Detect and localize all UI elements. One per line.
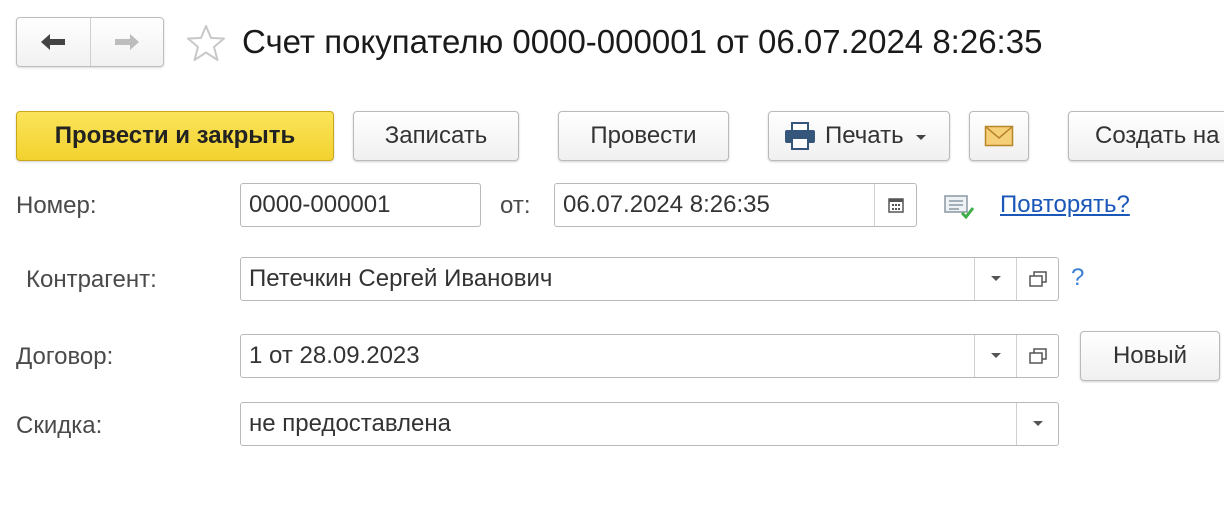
caret-down-icon [990,353,1001,358]
page-title: Счет покупателю 0000-000001 от 06.07.202… [242,23,1043,60]
calendar-icon [887,198,904,213]
caret-down-icon [915,135,926,140]
arrow-left-icon [41,34,66,50]
post-button[interactable]: Провести [558,111,729,161]
repeat-link[interactable]: Повторять? [1000,191,1130,219]
envelope-icon [984,125,1014,147]
counterparty-dropdown-button[interactable] [974,258,1016,300]
discount-dropdown-button[interactable] [1016,403,1058,445]
post-and-close-button[interactable]: Провести и закрыть [16,111,334,161]
counterparty-value: Петечкин Сергей Иванович [249,265,553,292]
calendar-button[interactable] [874,184,916,226]
printer-icon [785,122,815,150]
arrow-right-icon [114,34,139,50]
discount-value: не предоставлена [249,410,452,437]
contract-open-button[interactable] [1016,335,1058,377]
counterparty-field[interactable]: Петечкин Сергей Иванович [240,257,1059,301]
help-icon[interactable]: ? [1071,264,1084,292]
date-value: 06.07.2024 8:26:35 [563,191,770,218]
contract-value: 1 от 28.09.2023 [249,342,420,369]
back-button[interactable] [17,18,90,66]
counterparty-label: Контрагент: [26,266,157,293]
email-button[interactable] [969,111,1029,161]
contract-field[interactable]: 1 от 28.09.2023 [240,334,1059,378]
open-window-icon [1028,271,1047,287]
new-contract-button[interactable]: Новый [1080,331,1220,381]
open-window-icon [1028,348,1047,364]
document-check-icon [943,193,975,221]
star-icon [187,25,225,61]
number-field[interactable]: 0000-000001 [240,183,481,227]
navigation-buttons [16,17,164,67]
date-field[interactable]: 06.07.2024 8:26:35 [554,183,917,227]
discount-field[interactable]: не предоставлена [240,402,1059,446]
discount-label: Скидка: [16,412,103,439]
number-label: Номер: [16,192,97,219]
print-button-label: Печать [825,122,904,149]
contract-label: Договор: [16,343,114,370]
save-button[interactable]: Записать [353,111,519,161]
number-value: 0000-000001 [249,191,391,218]
counterparty-open-button[interactable] [1016,258,1058,300]
caret-down-icon [1032,421,1043,426]
date-label: от: [500,192,531,219]
print-button[interactable]: Печать [768,111,950,161]
forward-button[interactable] [89,18,164,66]
favorite-star-button[interactable] [186,24,226,62]
caret-down-icon [990,276,1001,281]
create-based-on-button[interactable]: Создать на [1068,111,1224,161]
contract-dropdown-button[interactable] [974,335,1016,377]
